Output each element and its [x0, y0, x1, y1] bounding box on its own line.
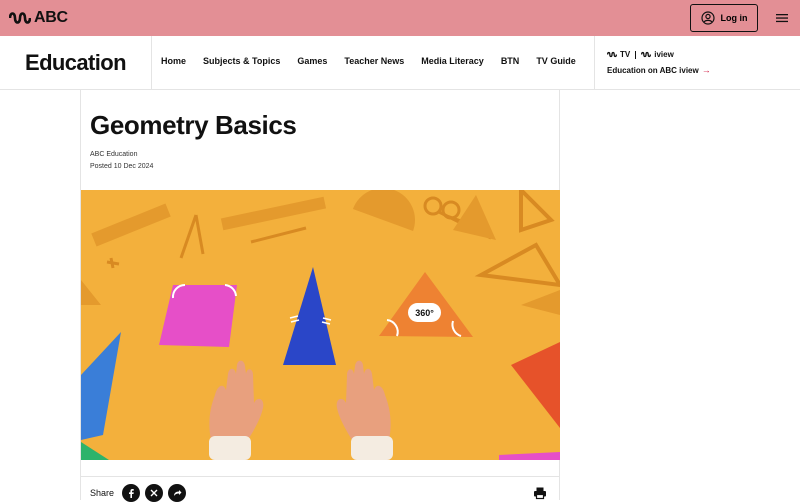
article-posted-date: Posted 10 Dec 2024: [90, 163, 154, 170]
facebook-share-button[interactable]: [122, 484, 141, 502]
arrow-right-icon: →: [701, 65, 711, 75]
nav-item-home[interactable]: Home: [161, 56, 186, 66]
facebook-icon: [129, 489, 134, 498]
iview-logos: TV iview: [607, 50, 711, 59]
abc-wave-logo-icon: [9, 12, 31, 24]
right-sleeve: [351, 436, 393, 460]
hamburger-menu-icon[interactable]: [776, 12, 788, 24]
article-headline: Geometry Basics: [90, 110, 297, 140]
abc-wave-small-icon: [607, 51, 617, 58]
hero-image: 360°: [81, 190, 560, 460]
share-arrow-icon: [174, 490, 182, 496]
x-icon: [150, 489, 158, 497]
article-byline[interactable]: ABC Education: [90, 151, 137, 158]
nav-item-subjects-topics[interactable]: Subjects & Topics: [203, 56, 280, 66]
iview-link[interactable]: Education on ABC iview →: [607, 65, 711, 75]
nav-item-teacher-news[interactable]: Teacher News: [344, 56, 404, 66]
login-label: Log in: [720, 13, 748, 23]
article: Geometry Basics ABC Education Posted 10 …: [80, 90, 560, 502]
share-label: Share: [90, 488, 115, 498]
abc-wave-small-icon: [641, 51, 652, 58]
left-sleeve: [209, 436, 251, 460]
abc-logo[interactable]: ABC: [9, 9, 68, 27]
print-icon[interactable]: [533, 486, 547, 500]
nav-item-games[interactable]: Games: [297, 56, 327, 66]
nav-item-media-literacy[interactable]: Media Literacy: [421, 56, 484, 66]
iview-promo: TV iview Education on ABC iview →: [607, 50, 711, 75]
x-share-button[interactable]: [145, 484, 164, 502]
nav-links: Home Subjects & Topics Games Teacher New…: [161, 56, 593, 66]
nav-item-tv-guide[interactable]: TV Guide: [536, 56, 576, 66]
section-title[interactable]: Education: [25, 50, 127, 76]
logo-separator: [635, 50, 637, 59]
geometry-illustration: 360°: [81, 190, 560, 460]
abc-iview-logo: iview: [654, 50, 674, 59]
user-icon: [700, 11, 715, 25]
nav-item-btn[interactable]: BTN: [501, 56, 520, 66]
login-button[interactable]: Log in: [690, 4, 758, 32]
section-navigation: Education Home Subjects & Topics Games T…: [0, 36, 800, 90]
top-bar: ABC Log in: [0, 0, 800, 36]
nav-divider: [594, 36, 595, 90]
divider: [81, 476, 560, 477]
abc-wordmark: ABC: [34, 9, 68, 26]
abc-tv-logo: TV: [620, 50, 631, 59]
iview-link-label: Education on ABC iview: [607, 65, 699, 75]
angle-sum-label: 360°: [415, 308, 434, 318]
share-bar: Share: [90, 484, 187, 502]
nav-divider: [151, 36, 152, 90]
more-share-button[interactable]: [168, 484, 187, 502]
